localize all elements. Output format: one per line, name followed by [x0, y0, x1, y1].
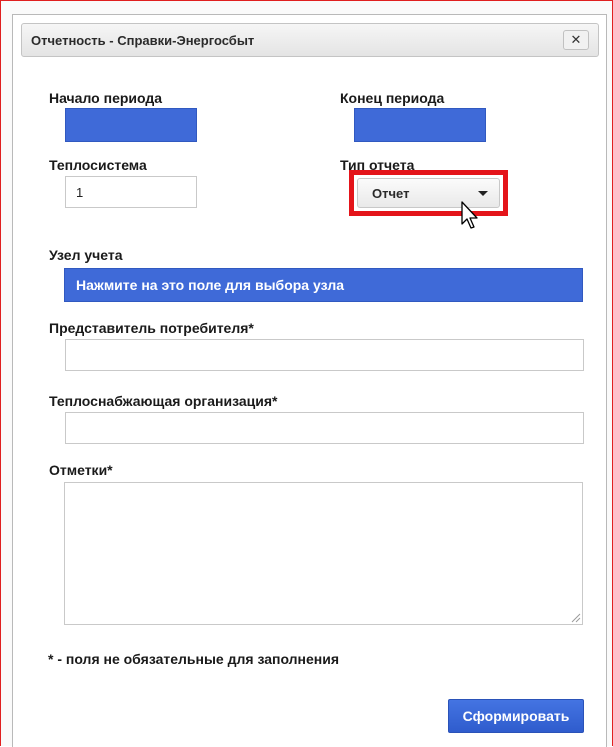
consumer-rep-label: Представитель потребителя* [49, 320, 254, 336]
heat-system-input[interactable] [65, 176, 197, 208]
chevron-down-icon [478, 191, 488, 196]
metering-node-selector[interactable]: Нажмите на это поле для выбора узла [64, 268, 583, 302]
remarks-textarea[interactable] [64, 482, 583, 625]
dialog-titlebar[interactable]: Отчетность - Справки-Энергосбыт ✕ [21, 23, 599, 57]
heat-supplier-label: Теплоснабжающая организация* [49, 393, 278, 409]
period-end-label: Конец периода [340, 90, 445, 106]
heat-supplier-input[interactable] [65, 412, 584, 444]
required-fields-note: * - поля не обязательные для заполнения [48, 651, 340, 667]
dialog-title: Отчетность - Справки-Энергосбыт [31, 33, 255, 48]
mouse-pointer-icon [461, 201, 478, 229]
close-button[interactable]: ✕ [563, 30, 589, 50]
period-start-field[interactable] [65, 108, 197, 142]
heat-system-label: Теплосистема [49, 157, 147, 173]
generate-report-button[interactable]: Сформировать [448, 699, 584, 733]
resize-grip-icon[interactable] [570, 612, 581, 623]
close-icon: ✕ [570, 32, 582, 47]
consumer-rep-input[interactable] [65, 339, 584, 371]
period-end-field[interactable] [354, 108, 486, 142]
remarks-label: Отметки* [49, 462, 113, 478]
report-type-value: Отчет [372, 186, 410, 201]
metering-node-label: Узел учета [49, 247, 123, 263]
period-start-label: Начало периода [49, 90, 163, 106]
report-dialog: Отчетность - Справки-Энергосбыт ✕ Начало… [12, 14, 607, 747]
